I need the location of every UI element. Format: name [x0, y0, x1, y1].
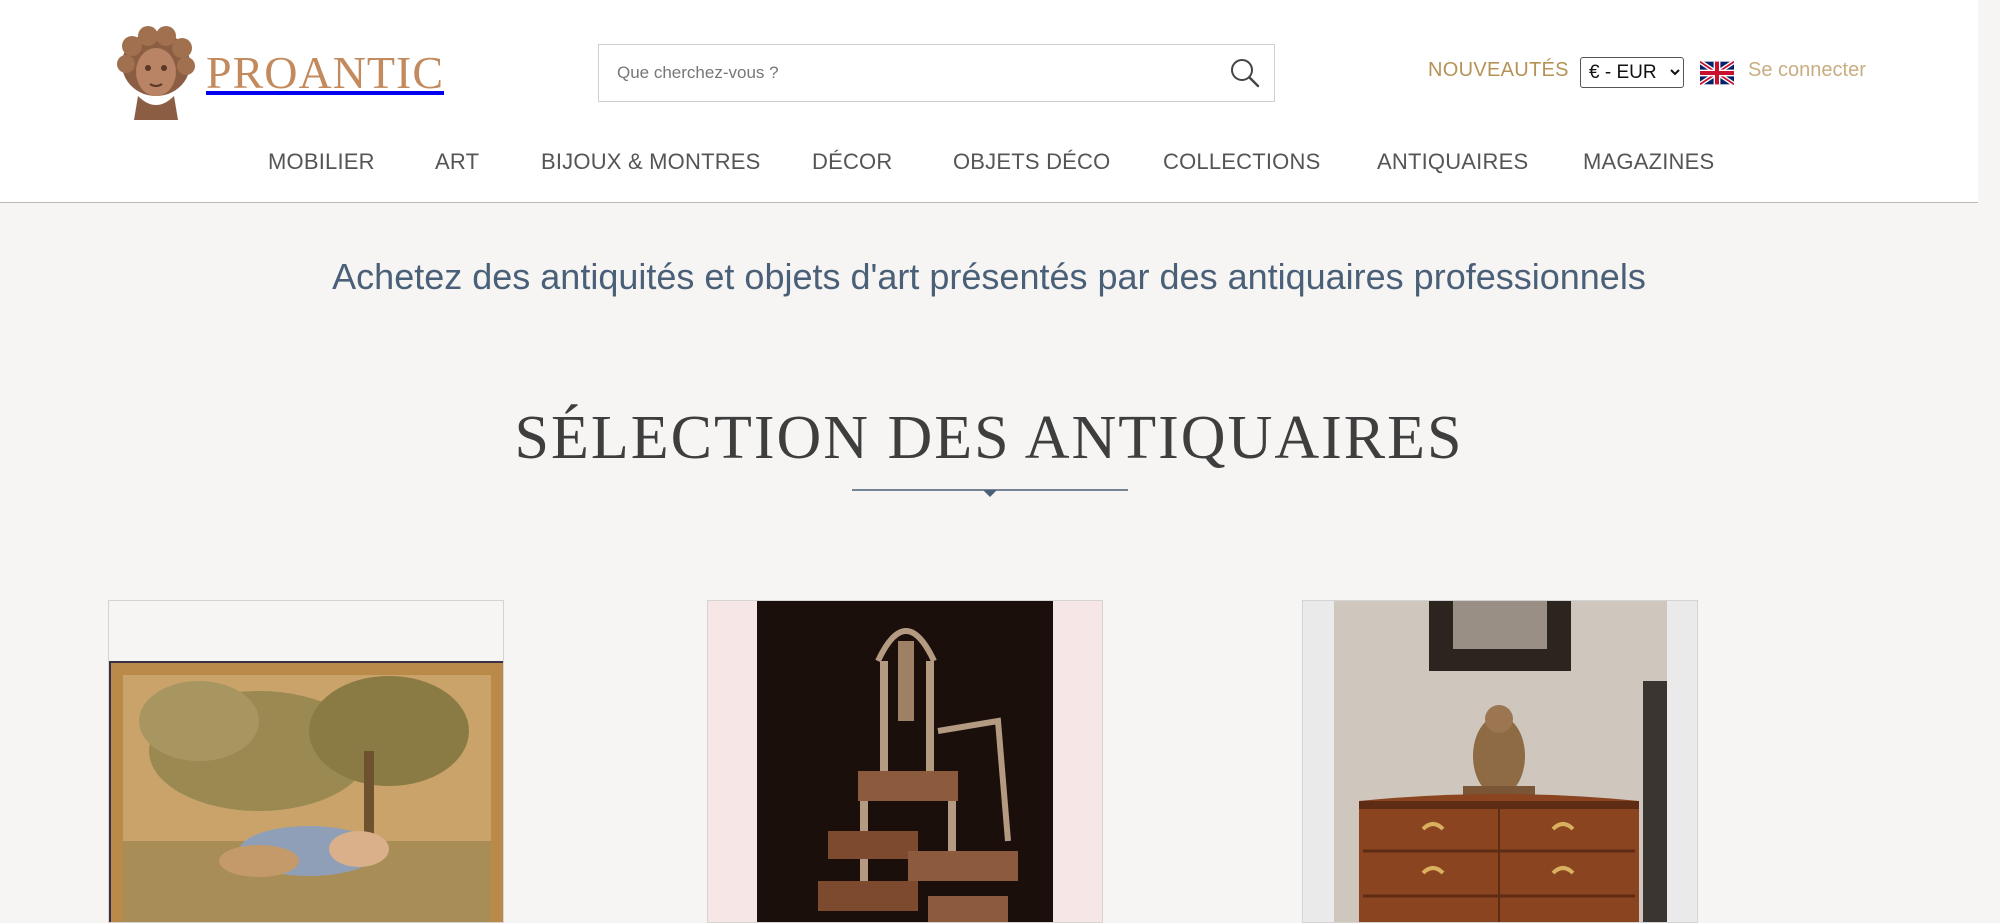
chairs-image	[708, 601, 1102, 922]
site-logo[interactable]: PROANTIC	[108, 22, 457, 122]
product-card[interactable]	[108, 600, 504, 923]
uk-flag-icon[interactable]	[1700, 61, 1734, 85]
currency-select[interactable]: € - EUR	[1580, 57, 1684, 88]
nav-item-bijoux-montres[interactable]: BIJOUX & MONTRES	[541, 149, 761, 175]
tapestry-image	[109, 661, 503, 922]
search-input[interactable]	[599, 45, 1216, 101]
nav-item-decor[interactable]: DÉCOR	[812, 149, 892, 175]
site-header: PROANTIC NOUVEAUTÉS € - EUR Se connecter…	[0, 0, 1978, 203]
login-link[interactable]: Se connecter	[1748, 59, 1866, 82]
search-icon	[1231, 59, 1260, 88]
section-title: SÉLECTION DES ANTIQUAIRES	[514, 404, 1464, 472]
nouveautes-link[interactable]: NOUVEAUTÉS	[1428, 59, 1569, 82]
main-nav: MOBILIER ART BIJOUX & MONTRES DÉCOR OBJE…	[108, 124, 1848, 202]
nav-item-antiquaires[interactable]: ANTIQUAIRES	[1377, 149, 1528, 175]
logo-bust-icon	[117, 26, 195, 120]
nav-item-mobilier[interactable]: MOBILIER	[268, 149, 375, 175]
page-tagline: Achetez des antiquités et objets d'art p…	[332, 256, 1646, 297]
section-divider	[852, 489, 1128, 497]
product-grid	[108, 600, 1848, 923]
nav-item-art[interactable]: ART	[435, 149, 479, 175]
product-card[interactable]	[707, 600, 1103, 923]
logo-text: PROANTIC	[206, 46, 445, 98]
nav-item-magazines[interactable]: MAGAZINES	[1583, 149, 1714, 175]
commode-image	[1303, 601, 1697, 922]
search-bar	[598, 44, 1275, 102]
search-button[interactable]	[1216, 45, 1274, 101]
nav-item-collections[interactable]: COLLECTIONS	[1163, 149, 1320, 175]
product-card[interactable]	[1302, 600, 1698, 923]
nav-item-objets-deco[interactable]: OBJETS DÉCO	[953, 149, 1110, 175]
